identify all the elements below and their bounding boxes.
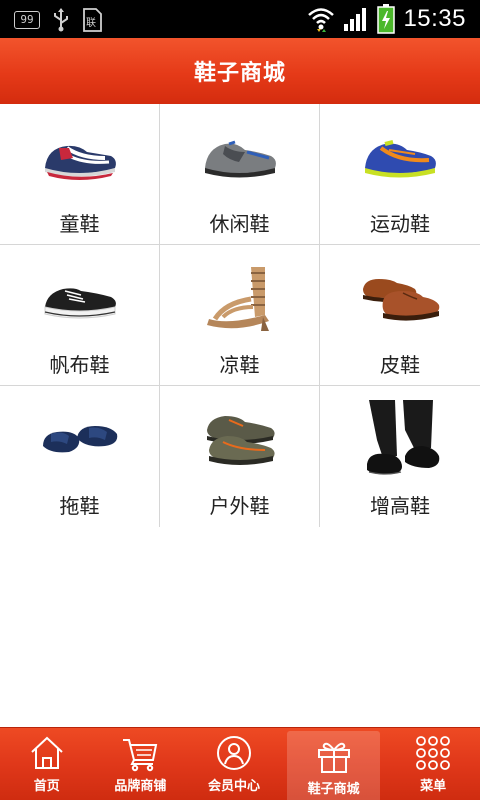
canvas-shoe-image: [44, 288, 116, 319]
category-label: 童鞋: [59, 212, 100, 236]
category-tile-casual-shoes[interactable]: 休闲鞋: [160, 104, 320, 245]
category-label: 皮鞋: [380, 353, 420, 377]
category-label: 帆布鞋: [49, 353, 110, 377]
status-bar-time: 15:35: [403, 5, 466, 32]
category-label: 增高鞋: [370, 494, 430, 518]
category-tile-sandals[interactable]: 凉鞋: [160, 245, 320, 386]
category-tile-canvas-shoes[interactable]: 帆布鞋: [0, 245, 160, 386]
gift-icon: [317, 742, 350, 773]
category-label: 户外鞋: [209, 494, 270, 518]
outdoor-shoe-image: [207, 416, 275, 465]
category-tile-sports-shoes[interactable]: 运动鞋: [320, 104, 480, 245]
category-tile-elevator-shoes[interactable]: 增高鞋: [320, 386, 480, 527]
nav-label: 菜单: [420, 779, 447, 794]
svg-text:联: 联: [86, 17, 96, 29]
category-tile-slippers[interactable]: 拖鞋: [0, 386, 160, 527]
elevator-shoe-image: [367, 400, 440, 475]
nav-item-member-center[interactable]: 会员中心: [187, 728, 281, 800]
wifi-icon: [308, 8, 335, 32]
sim-icon: 联: [83, 8, 102, 32]
category-grid: 童鞋 休闲鞋 运动鞋 帆布鞋 凉鞋 皮鞋 拖鞋 户外鞋 增高鞋: [0, 104, 480, 527]
nav-item-brand-stores[interactable]: 品牌商铺: [94, 728, 188, 800]
nav-label: 鞋子商城: [307, 782, 360, 797]
signal-icon: [344, 8, 367, 31]
usb-icon: [54, 8, 68, 32]
category-label: 运动鞋: [370, 212, 430, 236]
status-bar: 99 联 15:35: [0, 0, 480, 38]
notification-badge-icon: 99: [14, 11, 40, 29]
menu-grid-icon: [416, 736, 451, 770]
status-bar-left: 99 联: [14, 8, 104, 32]
nav-item-menu[interactable]: 菜单: [386, 728, 480, 800]
user-icon: [216, 736, 251, 770]
category-label: 凉鞋: [219, 353, 260, 377]
sports-shoe-image: [365, 140, 436, 178]
bottom-nav: 首页 品牌商铺 会员中心 鞋子商城 菜单: [0, 727, 480, 800]
battery-charging-icon: [377, 4, 396, 34]
category-tile-leather-shoes[interactable]: 皮鞋: [320, 245, 480, 386]
home-icon: [31, 736, 63, 769]
slipper-image: [43, 426, 118, 453]
nav-label: 品牌商铺: [114, 779, 167, 794]
nav-item-shoe-mall[interactable]: 鞋子商城: [286, 731, 381, 800]
nav-label: 会员中心: [207, 779, 260, 794]
leather-shoe-image: [363, 279, 440, 321]
cart-icon: [123, 739, 158, 772]
nav-label: 首页: [33, 779, 60, 794]
nav-item-home[interactable]: 首页: [0, 728, 94, 800]
casual-shoe-image: [205, 140, 276, 178]
app-header: 鞋子商城: [0, 38, 480, 104]
kids-shoe-image: [45, 145, 116, 180]
category-tile-kids-shoes[interactable]: 童鞋: [0, 104, 160, 245]
sandal-image: [207, 267, 269, 331]
category-label: 拖鞋: [59, 494, 100, 518]
page-title: 鞋子商城: [193, 61, 286, 86]
category-label: 休闲鞋: [209, 212, 270, 236]
status-bar-right: 15:35: [307, 4, 466, 34]
category-tile-outdoor-shoes[interactable]: 户外鞋: [160, 386, 320, 527]
